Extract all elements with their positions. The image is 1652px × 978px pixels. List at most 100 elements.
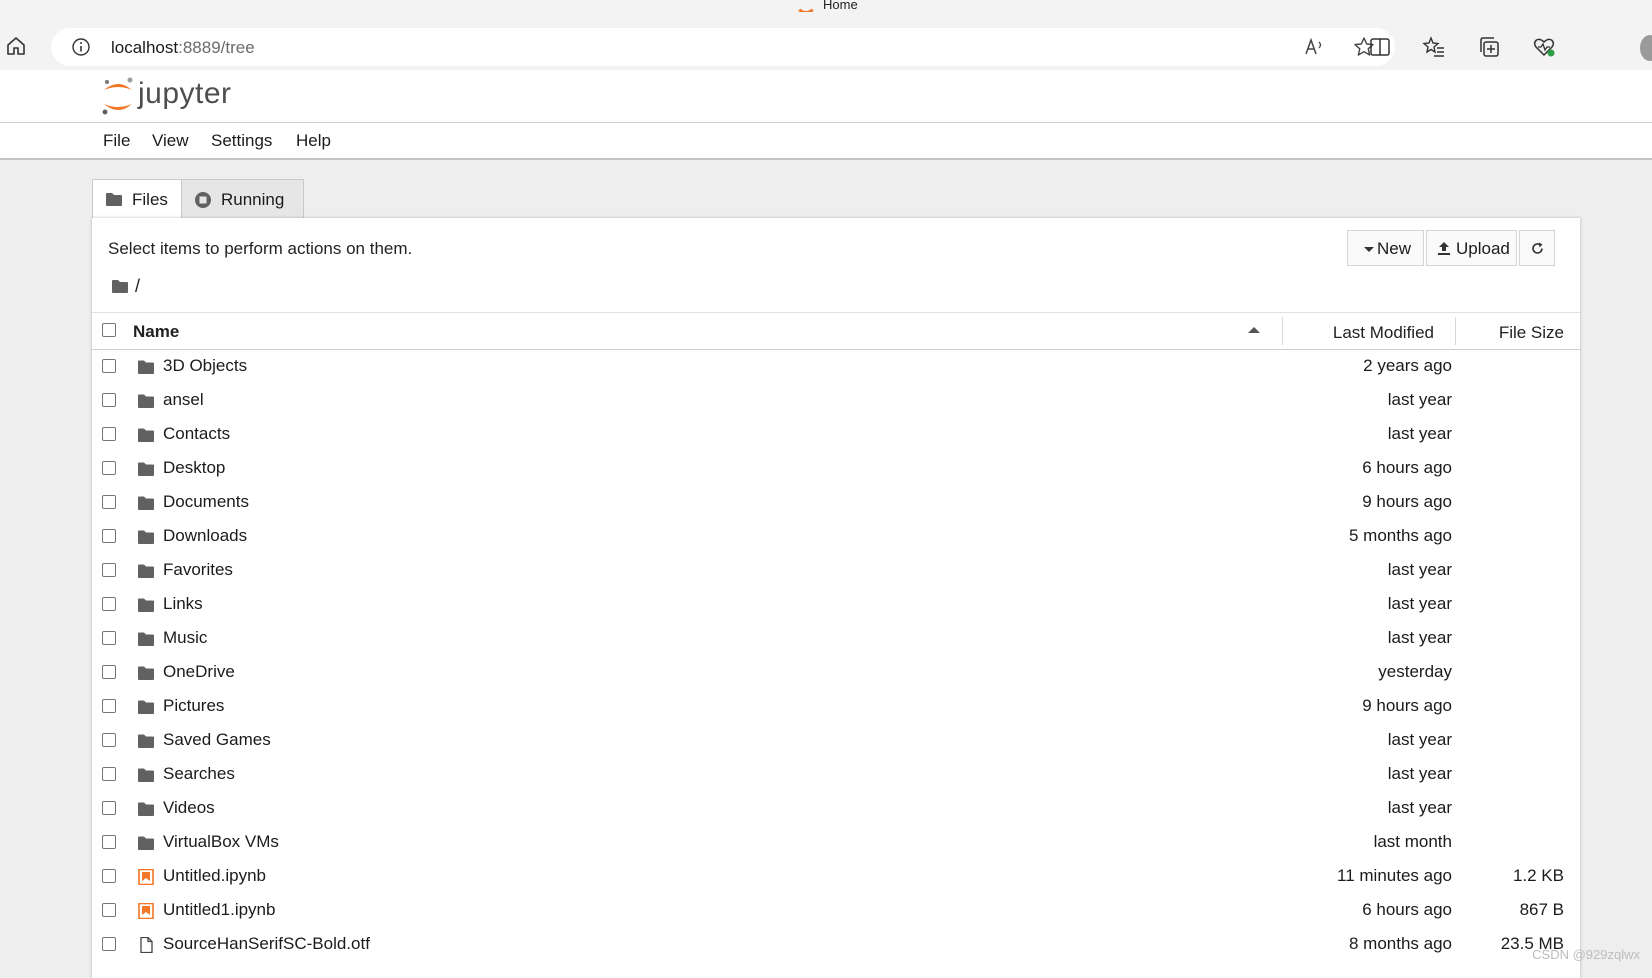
profile-avatar[interactable] xyxy=(1640,35,1652,61)
address-bar[interactable]: localhost:8889/tree xyxy=(51,28,1395,66)
read-aloud-icon[interactable] xyxy=(1303,36,1325,58)
row-checkbox[interactable] xyxy=(102,495,116,509)
home-icon[interactable] xyxy=(4,34,28,58)
menu-help[interactable]: Help xyxy=(296,131,331,151)
jupyter-brand[interactable]: jupyter xyxy=(138,77,232,111)
favorites-icon[interactable] xyxy=(1422,35,1446,59)
file-row[interactable]: Searches last year xyxy=(92,758,1580,792)
row-checkbox[interactable] xyxy=(102,835,116,849)
row-checkbox[interactable] xyxy=(102,563,116,577)
file-modified: yesterday xyxy=(1378,662,1452,681)
file-name[interactable]: Videos xyxy=(163,798,215,818)
file-name[interactable]: Downloads xyxy=(163,526,247,546)
file-row[interactable]: Videos last year xyxy=(92,792,1580,826)
new-button[interactable]: New xyxy=(1347,230,1424,266)
upload-icon xyxy=(1438,242,1450,255)
row-checkbox[interactable] xyxy=(102,631,116,645)
jupyter-logo[interactable] xyxy=(100,76,136,116)
menu-view[interactable]: View xyxy=(152,131,189,151)
file-row[interactable]: Contacts last year xyxy=(92,418,1580,452)
collections-icon[interactable] xyxy=(1477,35,1501,59)
menu-file[interactable]: File xyxy=(103,131,130,151)
file-name[interactable]: Searches xyxy=(163,764,235,784)
file-row[interactable]: Music last year xyxy=(92,622,1580,656)
file-name[interactable]: Untitled.ipynb xyxy=(163,866,266,886)
upload-button[interactable]: Upload xyxy=(1426,230,1517,266)
row-checkbox[interactable] xyxy=(102,597,116,611)
menu-settings[interactable]: Settings xyxy=(211,131,272,151)
file-modified: 9 hours ago xyxy=(1362,492,1452,511)
folder-icon xyxy=(138,598,154,612)
file-row[interactable]: Downloads 5 months ago xyxy=(92,520,1580,554)
file-name[interactable]: 3D Objects xyxy=(163,356,247,376)
file-name[interactable]: Contacts xyxy=(163,424,230,444)
file-row[interactable]: Desktop 6 hours ago xyxy=(92,452,1580,486)
selection-hint: Select items to perform actions on them. xyxy=(108,239,413,258)
browser-tab-title[interactable]: Home xyxy=(823,0,858,12)
sort-ascending-icon[interactable] xyxy=(1248,327,1260,333)
file-row[interactable]: Pictures 9 hours ago xyxy=(92,690,1580,724)
address-url[interactable]: localhost:8889/tree xyxy=(111,38,255,58)
caret-down-icon xyxy=(1364,247,1374,252)
file-name[interactable]: Untitled1.ipynb xyxy=(163,900,275,920)
file-modified: last year xyxy=(1387,628,1452,647)
file-name[interactable]: Saved Games xyxy=(163,730,271,750)
folder-icon xyxy=(112,280,128,293)
row-checkbox[interactable] xyxy=(102,937,116,951)
folder-icon xyxy=(138,462,154,476)
row-checkbox[interactable] xyxy=(102,801,116,815)
file-row[interactable]: Saved Games last year xyxy=(92,724,1580,758)
browser-essentials-icon[interactable] xyxy=(1532,35,1556,59)
file-row[interactable]: Links last year xyxy=(92,588,1580,622)
row-checkbox[interactable] xyxy=(102,393,116,407)
breadcrumb[interactable]: / xyxy=(111,276,140,299)
file-size: 867 B xyxy=(1519,900,1564,919)
breadcrumb-root[interactable]: / xyxy=(135,276,140,297)
file-row[interactable]: VirtualBox VMs last month xyxy=(92,826,1580,860)
file-name[interactable]: Documents xyxy=(163,492,249,512)
column-divider xyxy=(1455,317,1456,345)
file-name[interactable]: OneDrive xyxy=(163,662,235,682)
folder-icon xyxy=(138,428,154,442)
column-last-modified[interactable]: Last Modified xyxy=(1333,323,1434,343)
browser-tab-strip: Home xyxy=(0,0,1652,14)
file-modified: last year xyxy=(1387,798,1452,817)
tab-running[interactable]: Running xyxy=(182,179,304,219)
column-name[interactable]: Name xyxy=(133,322,179,342)
file-row[interactable]: ansel last year xyxy=(92,384,1580,418)
file-name[interactable]: SourceHanSerifSC-Bold.otf xyxy=(163,934,370,954)
file-row[interactable]: 3D Objects 2 years ago xyxy=(92,350,1580,384)
file-name[interactable]: VirtualBox VMs xyxy=(163,832,279,852)
row-checkbox[interactable] xyxy=(102,359,116,373)
row-checkbox[interactable] xyxy=(102,767,116,781)
file-name[interactable]: Music xyxy=(163,628,207,648)
row-checkbox[interactable] xyxy=(102,461,116,475)
refresh-button[interactable] xyxy=(1519,230,1555,266)
row-checkbox[interactable] xyxy=(102,733,116,747)
split-screen-icon[interactable] xyxy=(1368,35,1392,59)
file-name[interactable]: ansel xyxy=(163,390,204,410)
file-row[interactable]: SourceHanSerifSC-Bold.otf 8 months ago 23.… xyxy=(92,928,1580,962)
file-browser-panel: Select items to perform actions on them.… xyxy=(92,218,1580,978)
folder-icon xyxy=(138,360,154,374)
row-checkbox[interactable] xyxy=(102,427,116,441)
file-name[interactable]: Links xyxy=(163,594,203,614)
file-row[interactable]: Untitled.ipynb 11 minutes ago 1.2 KB xyxy=(92,860,1580,894)
file-name[interactable]: Desktop xyxy=(163,458,225,478)
row-checkbox[interactable] xyxy=(102,529,116,543)
row-checkbox[interactable] xyxy=(102,869,116,883)
file-name[interactable]: Favorites xyxy=(163,560,233,580)
row-checkbox[interactable] xyxy=(102,903,116,917)
file-row[interactable]: Untitled1.ipynb 6 hours ago 867 B xyxy=(92,894,1580,928)
row-checkbox[interactable] xyxy=(102,665,116,679)
folder-icon xyxy=(138,530,154,544)
tab-files[interactable]: Files xyxy=(92,179,182,219)
select-all-checkbox[interactable] xyxy=(102,323,116,337)
file-name[interactable]: Pictures xyxy=(163,696,224,716)
column-file-size[interactable]: File Size xyxy=(1499,323,1564,343)
row-checkbox[interactable] xyxy=(102,699,116,713)
file-row[interactable]: OneDrive yesterday xyxy=(92,656,1580,690)
file-row[interactable]: Documents 9 hours ago xyxy=(92,486,1580,520)
file-row[interactable]: Favorites last year xyxy=(92,554,1580,588)
info-icon[interactable] xyxy=(71,37,91,57)
